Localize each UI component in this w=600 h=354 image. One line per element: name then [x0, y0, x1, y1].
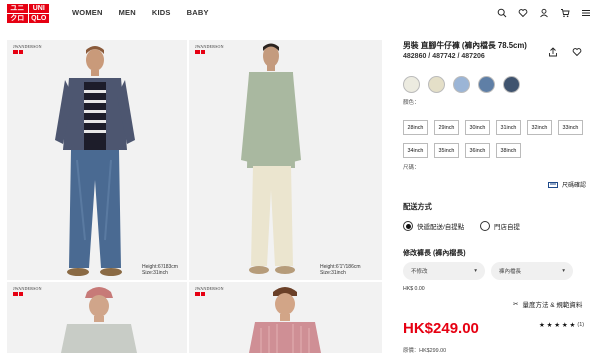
measurement-link-label: 量度方法 & 規範資料	[522, 302, 583, 309]
ruler-icon	[548, 181, 558, 188]
product-codes: 482860 / 487742 / 487206	[403, 53, 485, 60]
menu-icon[interactable]	[580, 7, 592, 19]
model-image	[61, 287, 137, 353]
product-photo[interactable]: JWANDERSON Height:6'1"/186cm Size:31inch	[189, 40, 382, 280]
inseam-select-value: 褲內檔長	[499, 269, 522, 275]
model-image	[249, 287, 321, 353]
model-info: Height:6'1"/186cm Size:31inch	[320, 264, 361, 277]
size-guide-link[interactable]: 尺碼確認	[548, 180, 586, 189]
shipping-option-label: 快遞配送/自提點	[417, 224, 465, 231]
model-size: Size:31inch	[320, 270, 346, 277]
shipping-option-store[interactable]: 門店自提	[480, 221, 520, 231]
product-photo[interactable]: JWANDERSON	[7, 282, 187, 353]
cart-icon[interactable]	[559, 7, 571, 19]
product-photo[interactable]: JWANDERSON	[189, 282, 382, 353]
size-option[interactable]: 28inch	[403, 120, 428, 135]
color-label: 顏色：	[403, 100, 420, 106]
radio-selected[interactable]	[403, 221, 413, 231]
favorite-icon[interactable]	[572, 44, 582, 62]
chevron-down-icon: ▾	[562, 268, 565, 274]
alteration-fee: HK$ 0.00	[403, 286, 425, 292]
color-swatch[interactable]	[453, 76, 470, 93]
shipping-label: 配送方式	[403, 202, 432, 211]
size-option[interactable]: 34inch	[403, 143, 428, 158]
size-option[interactable]: 36inch	[465, 143, 490, 158]
shipping-option-delivery[interactable]: 快遞配送/自提點	[403, 221, 464, 231]
product-gallery: JWANDERSON Height:6'/183cm Size:31inch J…	[7, 40, 390, 353]
header-icons	[496, 7, 592, 19]
size-option[interactable]: 35inch	[434, 143, 459, 158]
rating[interactable]: ★ ★ ★ ★ ★ (1)	[539, 321, 584, 329]
star-icons: ★ ★ ★ ★ ★	[539, 322, 576, 329]
nav-women[interactable]: WOMEN	[72, 8, 103, 17]
heart-icon[interactable]	[517, 7, 529, 19]
site-header: ユニ UNI クロ QLO WOMEN MEN KIDS BABY	[0, 0, 600, 27]
scissors-icon: ✂	[513, 301, 519, 308]
color-swatch[interactable]	[428, 76, 445, 93]
product-price: HK$249.00	[403, 320, 479, 337]
size-option[interactable]: 38inch	[496, 143, 521, 158]
size-option[interactable]: 32inch	[527, 120, 552, 135]
product-title: 男裝 直腳牛仔褲 (褲內檔長 78.5cm)	[403, 41, 527, 50]
search-icon[interactable]	[496, 7, 508, 19]
chevron-down-icon: ▾	[474, 268, 477, 274]
model-image	[55, 46, 135, 276]
alteration-label: 修改褲長 (褲內檔長)	[403, 250, 466, 257]
inseam-select[interactable]: 褲內檔長 ▾	[491, 262, 573, 280]
nav-kids[interactable]: KIDS	[152, 8, 171, 17]
size-option[interactable]: 33inch	[558, 120, 583, 135]
color-swatch[interactable]	[503, 76, 520, 93]
size-grid: 28inch 29inch 30inch 31inch 32inch 33inc…	[403, 120, 583, 158]
measurement-link[interactable]: ✂ 量度方法 & 規範資料	[513, 299, 582, 309]
product-photo[interactable]: JWANDERSON Height:6'/183cm Size:31inch	[7, 40, 187, 280]
size-guide-label: 尺碼確認	[562, 183, 587, 189]
logo-cell: UNI	[28, 4, 49, 13]
user-icon[interactable]	[538, 7, 550, 19]
shipping-option-label: 門店自提	[494, 224, 520, 231]
size-label: 尺碼：	[403, 165, 420, 171]
share-icon[interactable]	[548, 44, 558, 62]
nav-baby[interactable]: BABY	[187, 8, 209, 17]
color-swatch[interactable]	[478, 76, 495, 93]
model-info: Height:6'/183cm Size:31inch	[142, 264, 178, 277]
logo-cell: クロ	[7, 14, 28, 23]
size-option[interactable]: 31inch	[496, 120, 521, 135]
alteration-select[interactable]: 不修改 ▾	[403, 262, 485, 280]
color-swatches	[403, 76, 520, 93]
alteration-select-value: 不修改	[411, 269, 428, 275]
color-swatch[interactable]	[403, 76, 420, 93]
uniqlo-logo[interactable]: ユニ UNI クロ QLO	[7, 4, 49, 23]
size-option[interactable]: 29inch	[434, 120, 459, 135]
model-size: Size:31inch	[142, 270, 168, 277]
size-option[interactable]: 30inch	[465, 120, 490, 135]
logo-cell: QLO	[28, 14, 49, 23]
logo-cell: ユニ	[7, 4, 28, 13]
model-image	[241, 43, 301, 274]
rating-count: (1)	[577, 322, 585, 328]
nav-men[interactable]: MEN	[119, 8, 136, 17]
main-nav: WOMEN MEN KIDS BABY	[72, 8, 209, 17]
radio-unselected[interactable]	[480, 221, 490, 231]
